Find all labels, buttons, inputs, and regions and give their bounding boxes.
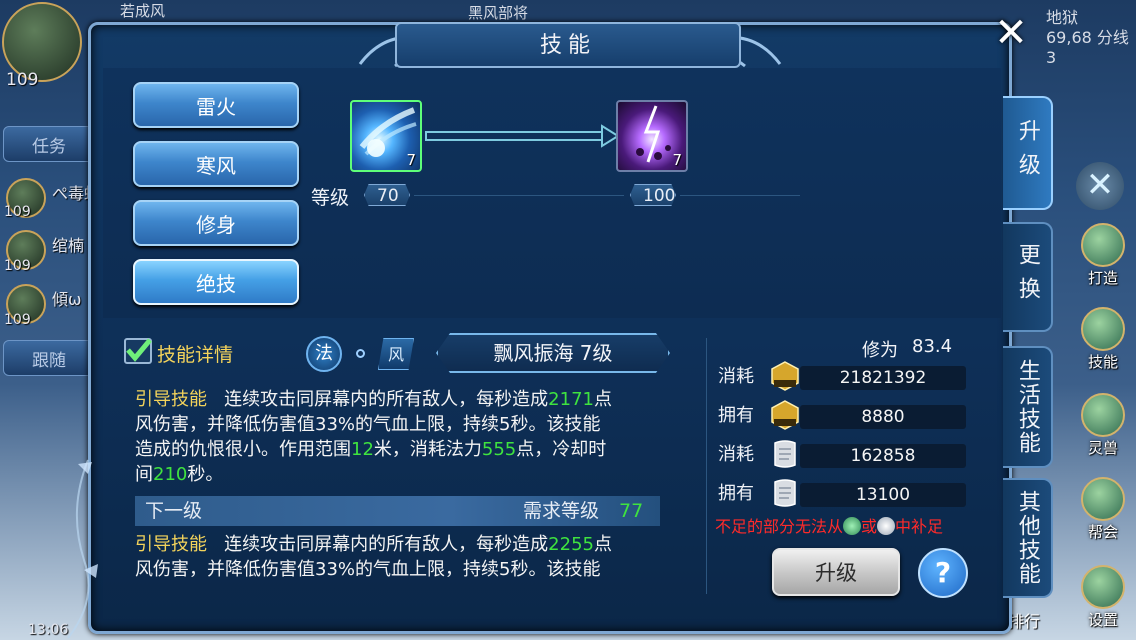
settings-button[interactable]: 设置 — [1072, 560, 1134, 630]
next-description-clip: 引导技能 连续攻击同屏幕内的所有敌人，每秒造成2255点 风伤害，并降低伤害值3… — [135, 532, 675, 586]
target-name-left: 若成风 — [120, 2, 166, 20]
xiuwei-value: 83.4 — [912, 336, 953, 357]
right-hud: ✕ 打造 技能 灵兽 帮会 设置 — [1068, 150, 1136, 640]
details-checkbox[interactable] — [124, 338, 152, 364]
scroll-icon — [774, 479, 796, 507]
help-icon[interactable]: ? — [918, 548, 968, 598]
next-skill-description: 引导技能 连续攻击同屏幕内的所有敌人，每秒造成2255点 风伤害，并降低伤害值3… — [135, 532, 675, 582]
desc-line: 风伤害，并降低伤害值33%的气血上限，持续5秒。该技能 — [135, 414, 601, 435]
next-level-req-value: 77 — [619, 500, 644, 522]
craft-button[interactable]: 打造 — [1072, 218, 1134, 288]
school-button-jueji[interactable]: 绝技 — [133, 259, 299, 305]
upgrade-button[interactable]: 升级 — [772, 548, 900, 596]
pet-button[interactable]: 灵兽 — [1072, 388, 1134, 458]
next-level-bar: 下一级 需求等级 77 — [135, 496, 660, 526]
butterfly-vine-ornament — [67, 459, 98, 639]
party-member-name: 绾楠 — [52, 236, 85, 255]
school-button-xiushen[interactable]: 修身 — [133, 200, 299, 246]
current-skill-count: 7 — [406, 151, 416, 169]
type-tag-feng: 风 — [378, 338, 414, 370]
follow-button[interactable]: 跟随 — [3, 340, 95, 376]
hammer-icon — [1081, 223, 1125, 267]
school-button-hanfeng[interactable]: 寒风 — [133, 141, 299, 187]
player-level: 109 — [6, 70, 39, 90]
guild-button[interactable]: 帮会 — [1072, 472, 1134, 542]
tab-replace[interactable]: 更换 — [1003, 222, 1053, 332]
map-coords: 69,68 分线3 — [1046, 28, 1129, 67]
skill-shortcut-button[interactable]: 技能 — [1072, 302, 1134, 372]
dialog-title: 技能 — [539, 33, 596, 58]
skill-exp-icon — [771, 361, 799, 391]
checkmark-icon — [126, 338, 152, 362]
hud-close-icon[interactable]: ✕ — [1076, 162, 1124, 210]
jade-coin-icon — [843, 517, 862, 535]
silver-coin-icon — [877, 517, 896, 535]
tab-other-skills[interactable]: 其他技能 — [1003, 478, 1053, 598]
current-skill-slot[interactable]: 7 — [350, 100, 422, 172]
next-skill-slot[interactable]: 7 — [616, 100, 688, 172]
task-button[interactable]: 任务 — [3, 126, 95, 162]
school-button-leihuo[interactable]: 雷火 — [133, 82, 299, 128]
cost-row: 消耗 21821392 — [718, 361, 968, 391]
desc-line: 引导技能 连续攻击同屏幕内的所有敌人，每秒造成2255点 — [135, 534, 612, 555]
skill-name: 飘风振海 7级 — [493, 341, 613, 365]
owned-row: 拥有 13100 — [718, 479, 968, 507]
close-icon[interactable]: ✕ — [988, 10, 1034, 56]
party-member-level: 109 — [4, 204, 31, 220]
next-level-label: 下一级 — [145, 500, 203, 522]
desc-line: 间210秒。 — [135, 464, 224, 485]
current-level-badge: 70 — [364, 184, 410, 206]
scroll-guild-icon — [1081, 477, 1125, 521]
pet-icon — [1081, 393, 1125, 437]
party-member-name: 傾ω — [52, 290, 82, 309]
tag-separator-dot — [356, 349, 365, 358]
desc-line: 造成的仇恨很小。作用范围12米，消耗法力555点，冷却时 — [135, 439, 607, 460]
desc-line: 风伤害，并降低伤害值33%的气血上限，持续5秒。该技能 — [135, 559, 601, 580]
details-checkbox-label: 技能详情 — [157, 344, 234, 366]
owned-row: 拥有 8880 — [718, 400, 968, 430]
next-level-badge: 100 — [630, 184, 676, 206]
skill-exp-icon — [771, 400, 799, 430]
next-level-req-label: 需求等级 — [523, 500, 600, 522]
gear-icon — [1081, 565, 1125, 609]
panel-divider — [706, 338, 707, 594]
level-divider — [680, 195, 800, 196]
party-member-level: 109 — [4, 312, 31, 328]
desc-line: 引导技能 连续攻击同屏幕内的所有敌人，每秒造成2171点 — [135, 389, 612, 410]
upgrade-arrow — [425, 124, 620, 148]
scroll-icon — [774, 440, 796, 468]
next-skill-count: 7 — [672, 151, 682, 169]
party-member-level: 109 — [4, 258, 31, 274]
game-screen: 若成风 黑风部将 地狱 69,68 分线3 109 任务 ぺ毒蛛 109 绾楠 … — [0, 0, 1136, 640]
level-divider — [414, 195, 624, 196]
tab-life-skills[interactable]: 生活技能 — [1003, 346, 1053, 468]
current-skill-description: 引导技能 连续攻击同屏幕内的所有敌人，每秒造成2171点 风伤害，并降低伤害值3… — [135, 387, 675, 487]
rank-label[interactable]: 排行 — [1008, 608, 1040, 632]
level-label: 等级 — [311, 187, 350, 209]
xiuwei-label: 修为 — [862, 340, 898, 361]
tab-upgrade[interactable]: 升级 — [1003, 96, 1053, 210]
cost-row: 消耗 162858 — [718, 440, 968, 468]
shortage-warning: 不足的部分无法从或中补足 — [715, 517, 944, 536]
type-tag-fa: 法 — [306, 336, 342, 372]
book-icon — [1081, 307, 1125, 351]
